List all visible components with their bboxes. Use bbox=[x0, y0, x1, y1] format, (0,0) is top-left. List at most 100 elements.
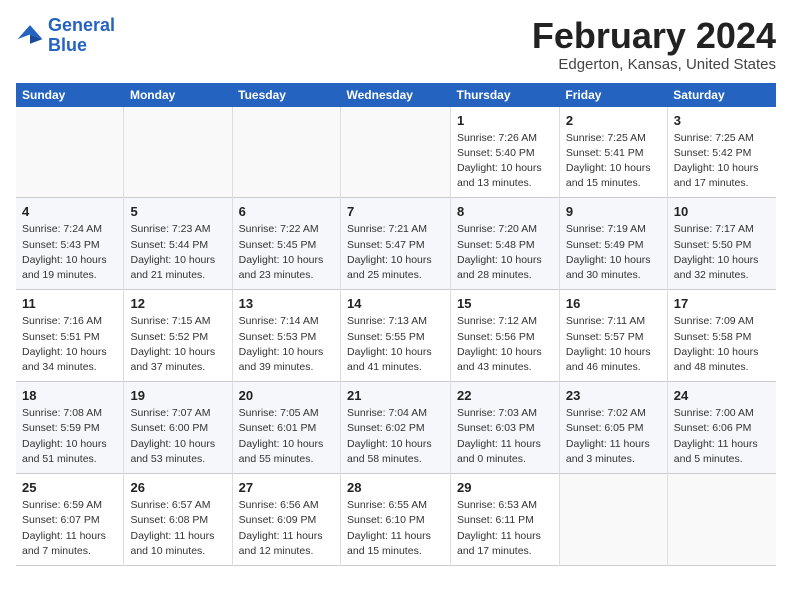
day-number: 19 bbox=[130, 388, 225, 403]
day-number: 2 bbox=[566, 113, 661, 128]
day-detail: Sunrise: 7:00 AM Sunset: 6:06 PM Dayligh… bbox=[674, 406, 770, 467]
day-number: 13 bbox=[239, 296, 334, 311]
calendar-cell: 28 Sunrise: 6:55 AM Sunset: 6:10 PM Dayli… bbox=[341, 474, 451, 566]
calendar-cell: 15 Sunrise: 7:12 AM Sunset: 5:56 PM Dayli… bbox=[451, 290, 560, 382]
weekday-header: Thursday bbox=[451, 83, 560, 107]
calendar-cell bbox=[124, 107, 232, 198]
day-detail: Sunrise: 6:53 AM Sunset: 6:11 PM Dayligh… bbox=[457, 498, 553, 559]
calendar-cell: 22 Sunrise: 7:03 AM Sunset: 6:03 PM Dayli… bbox=[451, 382, 560, 474]
logo: General Blue bbox=[16, 16, 115, 56]
day-number: 27 bbox=[239, 480, 334, 495]
day-detail: Sunrise: 7:16 AM Sunset: 5:51 PM Dayligh… bbox=[22, 314, 117, 375]
day-detail: Sunrise: 7:20 AM Sunset: 5:48 PM Dayligh… bbox=[457, 222, 553, 283]
calendar-cell: 12 Sunrise: 7:15 AM Sunset: 5:52 PM Dayli… bbox=[124, 290, 232, 382]
day-detail: Sunrise: 7:24 AM Sunset: 5:43 PM Dayligh… bbox=[22, 222, 117, 283]
calendar-cell: 8 Sunrise: 7:20 AM Sunset: 5:48 PM Daylig… bbox=[451, 198, 560, 290]
calendar-cell: 19 Sunrise: 7:07 AM Sunset: 6:00 PM Dayli… bbox=[124, 382, 232, 474]
day-detail: Sunrise: 7:12 AM Sunset: 5:56 PM Dayligh… bbox=[457, 314, 553, 375]
logo-bird-icon bbox=[16, 22, 44, 50]
calendar-cell bbox=[341, 107, 451, 198]
calendar-cell: 17 Sunrise: 7:09 AM Sunset: 5:58 PM Dayli… bbox=[667, 290, 776, 382]
calendar-cell: 1Sunrise: 7:26 AM Sunset: 5:40 PM Daylig… bbox=[451, 107, 560, 198]
calendar-cell bbox=[16, 107, 124, 198]
day-number: 23 bbox=[566, 388, 661, 403]
calendar-cell: 4 Sunrise: 7:24 AM Sunset: 5:43 PM Daylig… bbox=[16, 198, 124, 290]
day-detail: Sunrise: 7:03 AM Sunset: 6:03 PM Dayligh… bbox=[457, 406, 553, 467]
day-number: 25 bbox=[22, 480, 117, 495]
calendar-cell: 14 Sunrise: 7:13 AM Sunset: 5:55 PM Dayli… bbox=[341, 290, 451, 382]
day-detail: Sunrise: 6:59 AM Sunset: 6:07 PM Dayligh… bbox=[22, 498, 117, 559]
weekday-header: Sunday bbox=[16, 83, 124, 107]
calendar-cell: 16 Sunrise: 7:11 AM Sunset: 5:57 PM Dayli… bbox=[559, 290, 667, 382]
day-detail: Sunrise: 7:15 AM Sunset: 5:52 PM Dayligh… bbox=[130, 314, 225, 375]
calendar-cell: 26 Sunrise: 6:57 AM Sunset: 6:08 PM Dayli… bbox=[124, 474, 232, 566]
calendar-cell: 5 Sunrise: 7:23 AM Sunset: 5:44 PM Daylig… bbox=[124, 198, 232, 290]
day-detail: Sunrise: 6:56 AM Sunset: 6:09 PM Dayligh… bbox=[239, 498, 334, 559]
day-detail: Sunrise: 7:14 AM Sunset: 5:53 PM Dayligh… bbox=[239, 314, 334, 375]
page-subtitle: Edgerton, Kansas, United States bbox=[532, 56, 776, 73]
day-detail: Sunrise: 7:07 AM Sunset: 6:00 PM Dayligh… bbox=[130, 406, 225, 467]
day-detail: Sunrise: 6:57 AM Sunset: 6:08 PM Dayligh… bbox=[130, 498, 225, 559]
day-detail: Sunrise: 7:19 AM Sunset: 5:49 PM Dayligh… bbox=[566, 222, 661, 283]
calendar-cell: 10Sunrise: 7:17 AM Sunset: 5:50 PM Dayli… bbox=[667, 198, 776, 290]
weekday-header: Wednesday bbox=[341, 83, 451, 107]
calendar-cell: 27 Sunrise: 6:56 AM Sunset: 6:09 PM Dayli… bbox=[232, 474, 340, 566]
day-number: 8 bbox=[457, 204, 553, 219]
day-number: 14 bbox=[347, 296, 444, 311]
weekday-header: Friday bbox=[559, 83, 667, 107]
day-detail: Sunrise: 7:04 AM Sunset: 6:02 PM Dayligh… bbox=[347, 406, 444, 467]
weekday-header: Tuesday bbox=[232, 83, 340, 107]
title-area: February 2024 Edgerton, Kansas, United S… bbox=[532, 16, 776, 73]
page-title: February 2024 bbox=[532, 16, 776, 56]
calendar-cell bbox=[232, 107, 340, 198]
day-number: 26 bbox=[130, 480, 225, 495]
calendar-cell: 3Sunrise: 7:25 AM Sunset: 5:42 PM Daylig… bbox=[667, 107, 776, 198]
day-number: 6 bbox=[239, 204, 334, 219]
day-detail: Sunrise: 7:05 AM Sunset: 6:01 PM Dayligh… bbox=[239, 406, 334, 467]
calendar-cell: 7 Sunrise: 7:21 AM Sunset: 5:47 PM Daylig… bbox=[341, 198, 451, 290]
day-number: 16 bbox=[566, 296, 661, 311]
day-number: 11 bbox=[22, 296, 117, 311]
day-detail: Sunrise: 7:08 AM Sunset: 5:59 PM Dayligh… bbox=[22, 406, 117, 467]
weekday-header: Saturday bbox=[667, 83, 776, 107]
calendar-cell: 23 Sunrise: 7:02 AM Sunset: 6:05 PM Dayli… bbox=[559, 382, 667, 474]
day-detail: Sunrise: 6:55 AM Sunset: 6:10 PM Dayligh… bbox=[347, 498, 444, 559]
day-detail: Sunrise: 7:25 AM Sunset: 5:41 PM Dayligh… bbox=[566, 131, 661, 192]
day-detail: Sunrise: 7:02 AM Sunset: 6:05 PM Dayligh… bbox=[566, 406, 661, 467]
day-number: 4 bbox=[22, 204, 117, 219]
day-number: 18 bbox=[22, 388, 117, 403]
day-number: 12 bbox=[130, 296, 225, 311]
day-detail: Sunrise: 7:22 AM Sunset: 5:45 PM Dayligh… bbox=[239, 222, 334, 283]
day-number: 5 bbox=[130, 204, 225, 219]
calendar-cell bbox=[667, 474, 776, 566]
day-number: 17 bbox=[674, 296, 770, 311]
day-number: 1 bbox=[457, 113, 553, 128]
logo-text: General Blue bbox=[48, 16, 115, 56]
day-number: 29 bbox=[457, 480, 553, 495]
day-number: 22 bbox=[457, 388, 553, 403]
day-number: 28 bbox=[347, 480, 444, 495]
day-number: 21 bbox=[347, 388, 444, 403]
day-number: 7 bbox=[347, 204, 444, 219]
calendar-cell: 13 Sunrise: 7:14 AM Sunset: 5:53 PM Dayli… bbox=[232, 290, 340, 382]
calendar-cell: 18 Sunrise: 7:08 AM Sunset: 5:59 PM Dayli… bbox=[16, 382, 124, 474]
calendar-cell: 24 Sunrise: 7:00 AM Sunset: 6:06 PM Dayli… bbox=[667, 382, 776, 474]
calendar-cell: 11 Sunrise: 7:16 AM Sunset: 5:51 PM Dayli… bbox=[16, 290, 124, 382]
day-number: 24 bbox=[674, 388, 770, 403]
calendar-cell: 25 Sunrise: 6:59 AM Sunset: 6:07 PM Dayli… bbox=[16, 474, 124, 566]
calendar-cell: 20 Sunrise: 7:05 AM Sunset: 6:01 PM Dayli… bbox=[232, 382, 340, 474]
day-detail: Sunrise: 7:09 AM Sunset: 5:58 PM Dayligh… bbox=[674, 314, 770, 375]
day-number: 15 bbox=[457, 296, 553, 311]
calendar-cell: 6 Sunrise: 7:22 AM Sunset: 5:45 PM Daylig… bbox=[232, 198, 340, 290]
calendar-cell: 2 Sunrise: 7:25 AM Sunset: 5:41 PM Daylig… bbox=[559, 107, 667, 198]
day-number: 20 bbox=[239, 388, 334, 403]
day-detail: Sunrise: 7:13 AM Sunset: 5:55 PM Dayligh… bbox=[347, 314, 444, 375]
day-number: 9 bbox=[566, 204, 661, 219]
calendar-cell: 21 Sunrise: 7:04 AM Sunset: 6:02 PM Dayli… bbox=[341, 382, 451, 474]
day-detail: Sunrise: 7:17 AM Sunset: 5:50 PM Dayligh… bbox=[674, 222, 770, 283]
day-detail: Sunrise: 7:21 AM Sunset: 5:47 PM Dayligh… bbox=[347, 222, 444, 283]
day-detail: Sunrise: 7:23 AM Sunset: 5:44 PM Dayligh… bbox=[130, 222, 225, 283]
day-number: 3 bbox=[674, 113, 770, 128]
weekday-header: Monday bbox=[124, 83, 232, 107]
day-detail: Sunrise: 7:11 AM Sunset: 5:57 PM Dayligh… bbox=[566, 314, 661, 375]
